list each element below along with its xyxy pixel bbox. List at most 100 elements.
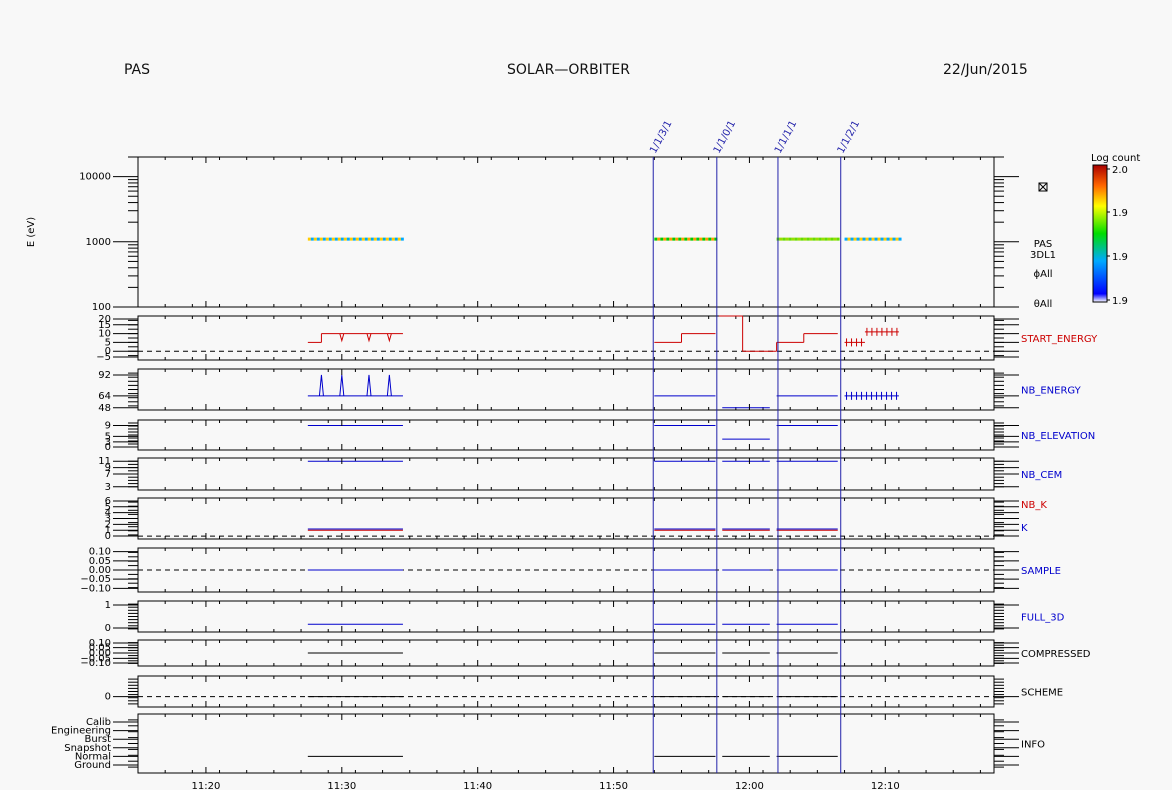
spectrogram-pixel [883,237,887,241]
panel-label-info: INFO [1021,740,1045,751]
spectrogram-pixel [376,237,380,241]
spectrogram-pixel [711,237,715,241]
spectrogram-pixel [681,237,685,241]
spectrogram-pixel [850,237,854,241]
panel-frame-start_energy [137,315,995,361]
spectrogram-pixel [895,237,899,241]
y-tick-label: 0 [105,531,111,542]
spectrogram-pixel [788,237,792,241]
panel-frame-scheme [137,675,995,708]
spectrogram-pixel [672,237,676,241]
spectrogram-pixel [678,237,682,241]
spectrogram-pixel [394,237,398,241]
spectrogram-pixel [880,237,884,241]
spectrogram-pixel [675,237,679,241]
spectrogram-pixel [666,237,670,241]
spectrogram-pixel [660,237,664,241]
y-axis-title: E (eV) [26,217,37,247]
spectrogram-pixel [352,237,356,241]
spectrogram-pixel [316,237,320,241]
spectrogram-pixel [322,237,326,241]
panel-label-extra: K [1021,523,1028,534]
spectrogram-pixel [844,237,848,241]
colorbar-tick-label: 1.9 [1112,208,1128,219]
spectrogram-pixel [782,237,786,241]
spectrogram-pixel [400,237,404,241]
spectrogram-pixel [346,237,350,241]
spectrogram-pixel [815,237,819,241]
spectrogram-pixel [779,237,783,241]
y-tick-label: 100 [92,302,111,313]
y-tick-label: 64 [98,391,111,402]
spectrogram-pixel [800,237,804,241]
spectrogram-pixel [889,237,893,241]
spectrogram-pixel [702,237,706,241]
spectrogram-pixel [657,237,661,241]
spectrogram-pixel [684,237,688,241]
panel-label-compressed: COMPRESSED [1021,649,1091,660]
spectrogram-pixel [708,237,712,241]
panel-label-nb_cem: NB_CEM [1021,470,1062,481]
spectrogram-pixel [328,237,332,241]
multi-panel-plot: 10000100010020151050−5START_ENERGY926448… [26,119,1140,790]
spectrogram-pixel [654,237,658,241]
spectrogram-pixel [340,237,344,241]
spectrogram-pixel [824,237,828,241]
spectrogram-pixel [827,237,831,241]
spectrogram-pixel [794,237,798,241]
panel-label-scheme: SCHEME [1021,688,1063,699]
spectrogram-pixel [313,237,317,241]
y-tick-label: Ground [74,760,111,771]
spectrogram-pixel [865,237,869,241]
spectrogram-pixel [874,237,878,241]
y-tick-label: 3 [105,482,111,493]
spectrogram-pixel [812,237,816,241]
spectrogram-pixel [833,237,837,241]
spectrogram-pixel [877,237,881,241]
colorbar-tick-label: 2.0 [1112,165,1128,176]
mode-marker-label: 1/1/0/1 [712,119,738,156]
spectrogram-pixel [847,237,851,241]
panel-frame-full_3d [137,600,995,633]
spectrogram-pixel [868,237,872,241]
series-spike [366,374,372,396]
spectrogram-pixel [785,237,789,241]
y-tick-label: 48 [98,403,111,414]
x-tick-label: 11:20 [192,781,221,790]
spectrogram-pixel [355,237,359,241]
panel-label-sample: SAMPLE [1021,566,1061,577]
x-tick-label: 11:40 [463,781,492,790]
spectrogram-pixel [397,237,401,241]
spectrogram-side-label: ϕAll [1034,269,1053,280]
spectrogram-pixel [307,237,311,241]
series-dip [339,333,345,343]
x-tick-label: 11:30 [327,781,356,790]
series-spike [386,374,392,396]
spectrogram-pixel [803,237,807,241]
panel-frame-nb_energy [137,368,995,411]
spectrogram-pixel [862,237,866,241]
spectrogram-pixel [853,237,857,241]
panel-frame-nb_elevation [137,419,995,451]
spectrogram-pixel [331,237,335,241]
spectrogram-pixel [871,237,875,241]
spectrogram-pixel [364,237,368,241]
spectrogram-pixel [388,237,392,241]
spectrogram-pixel [349,237,353,241]
x-tick-label: 12:10 [871,781,900,790]
spectrogram-pixel [358,237,362,241]
spectrogram-pixel [693,237,697,241]
panel-label-start_energy: START_ENERGY [1021,334,1098,345]
spectrogram-pixel [385,237,389,241]
spectrogram-pixel [856,237,860,241]
x-tick-label: 11:50 [599,781,628,790]
spectrogram-pixel [892,237,896,241]
series-spike [318,374,324,396]
spectrogram-pixel [663,237,667,241]
y-tick-label: 0 [105,623,111,634]
spectrogram-pixel [797,237,801,241]
panel-frame-nb_k [137,497,995,540]
spectrogram-pixel [334,237,338,241]
spectrogram-pixel [687,237,691,241]
series-dip [366,333,372,343]
